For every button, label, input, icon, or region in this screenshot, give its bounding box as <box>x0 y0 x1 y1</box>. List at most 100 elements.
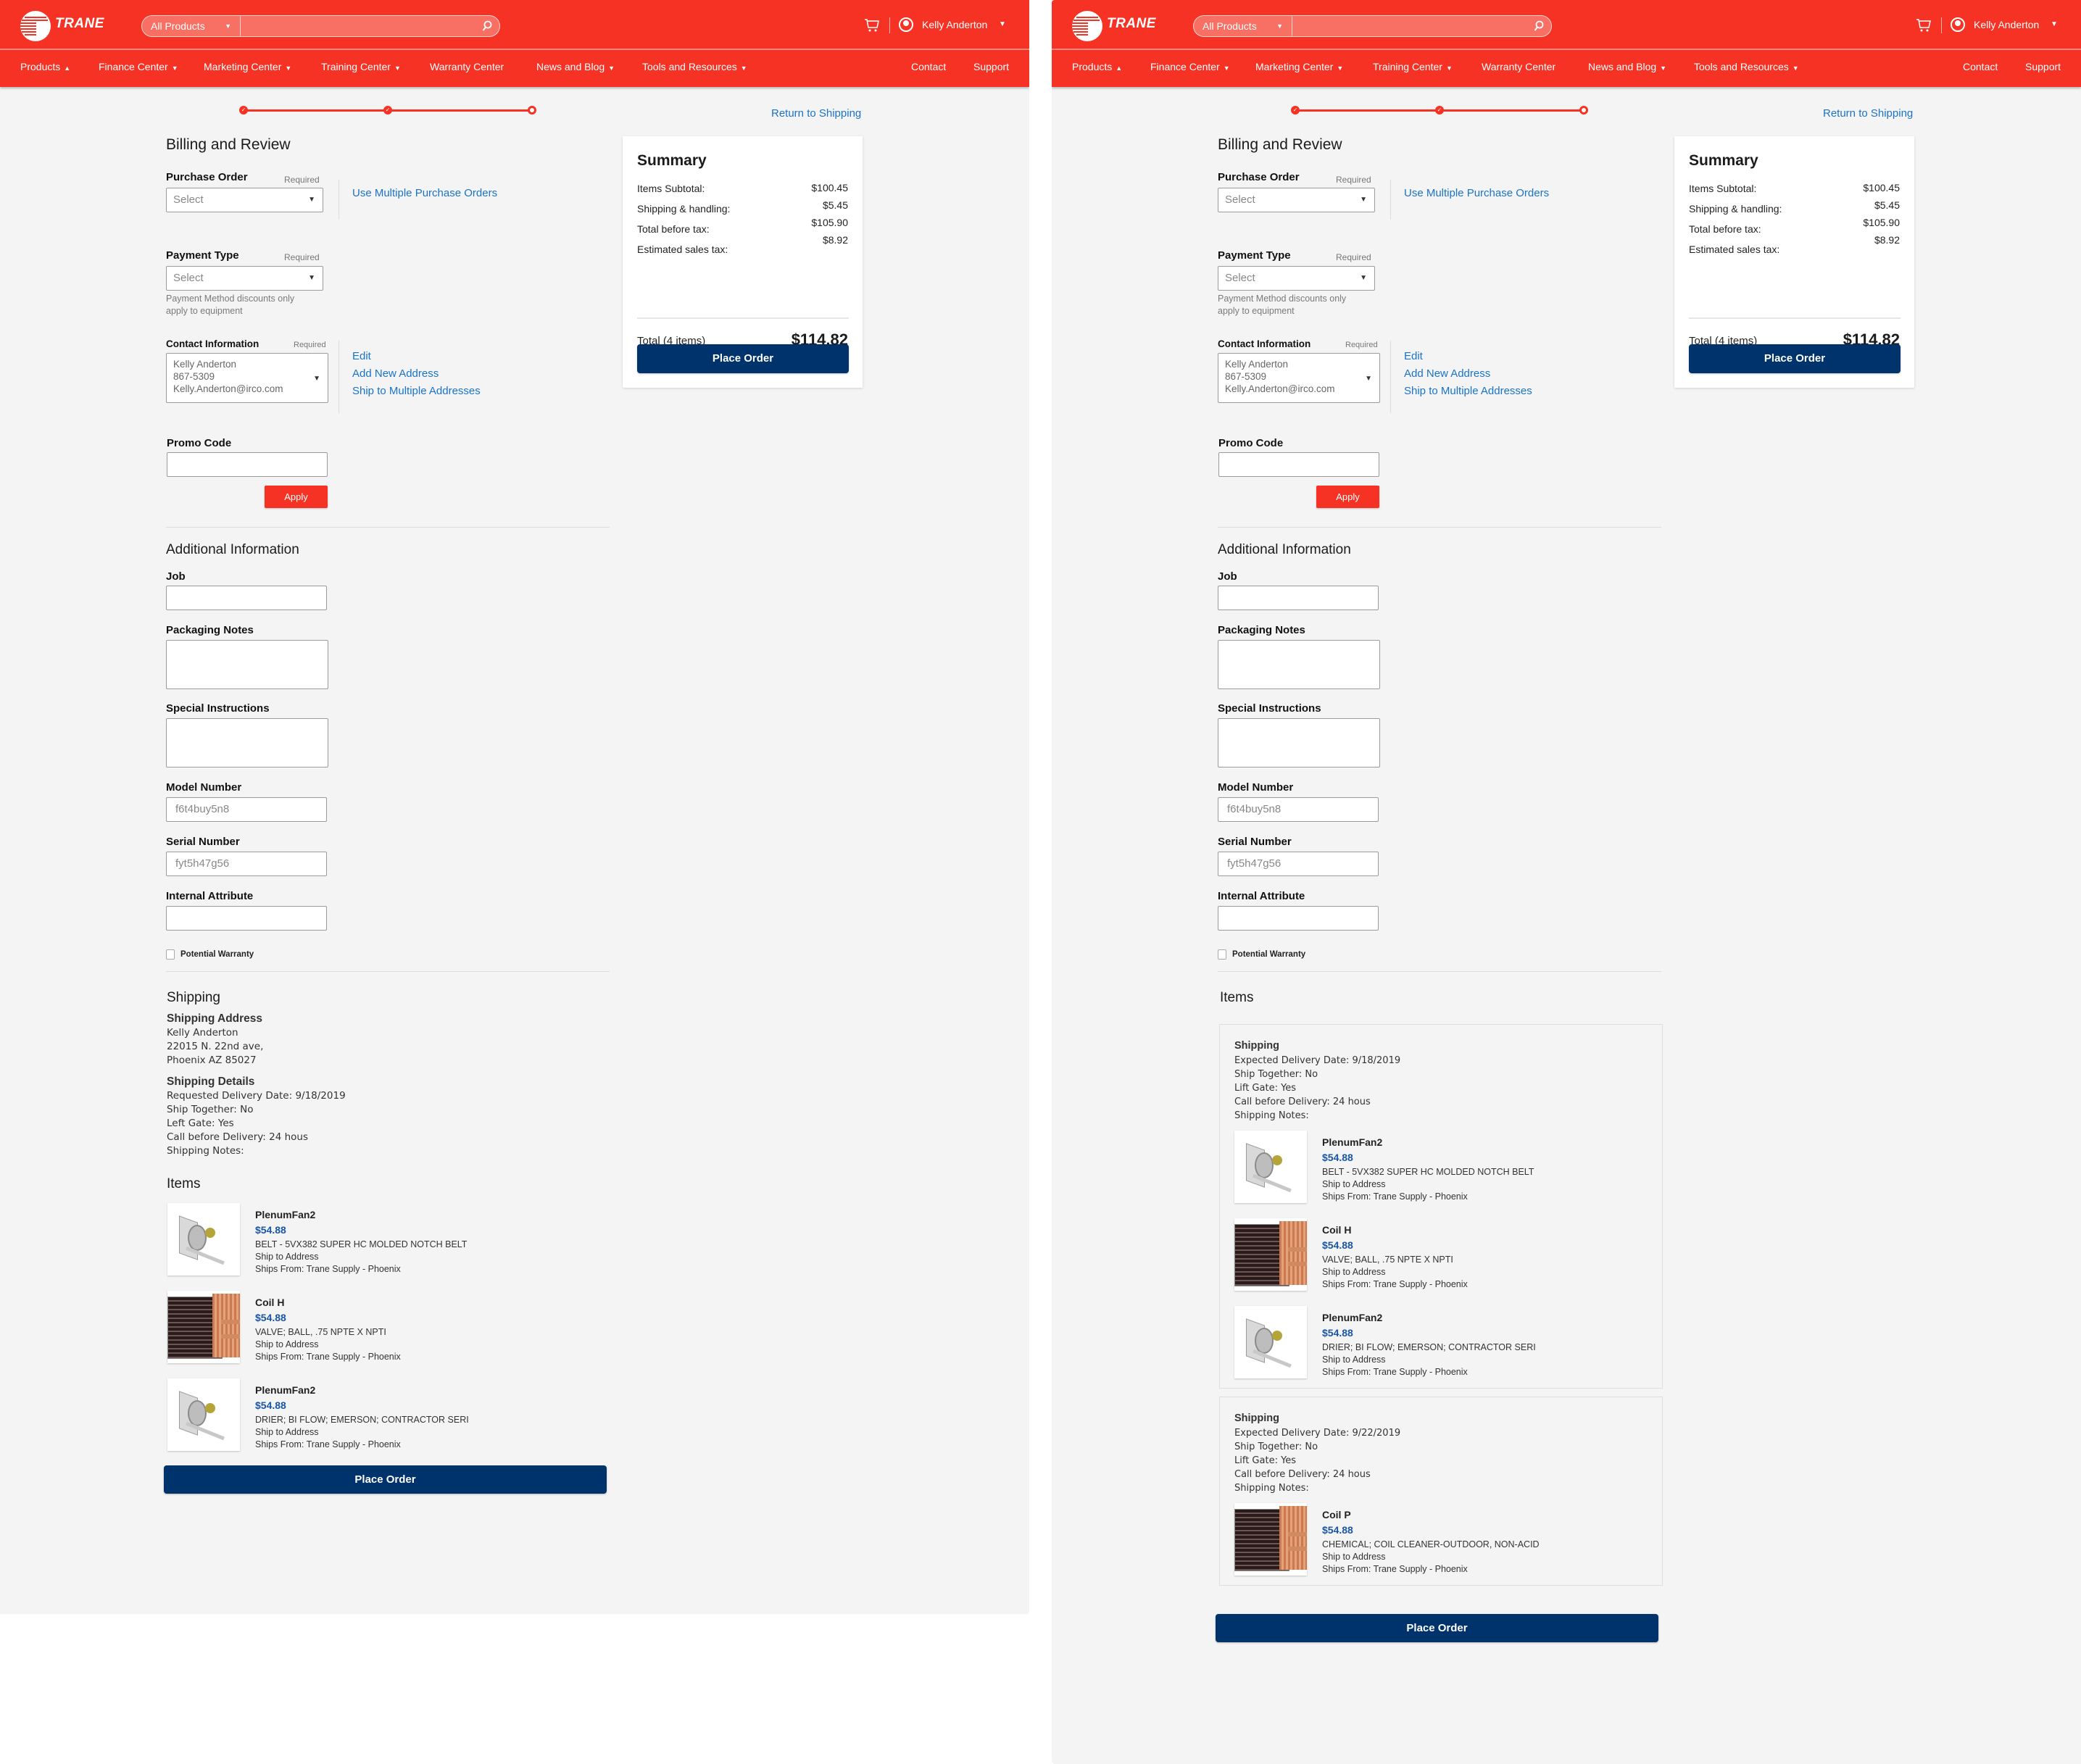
use-multiple-purchase-orders-link[interactable]: Use Multiple Purchase Orders <box>352 187 497 199</box>
promo-code-input[interactable] <box>1218 452 1379 477</box>
promo-code-input[interactable] <box>167 452 328 477</box>
nav-contact[interactable]: Contact <box>1963 58 1998 75</box>
special-instructions-textarea[interactable] <box>166 718 328 767</box>
nav-contact[interactable]: Contact <box>911 58 946 75</box>
plenum-fan-image[interactable] <box>167 1378 240 1451</box>
chevron-down-icon[interactable]: ▼ <box>2051 20 2058 28</box>
search-category-select[interactable]: All Products ▼ <box>1194 16 1292 36</box>
return-to-shipping-link[interactable]: Return to Shipping <box>1823 107 1913 120</box>
job-input[interactable] <box>1218 586 1379 610</box>
user-avatar-icon[interactable] <box>899 17 913 32</box>
nav-warranty-center[interactable]: Warranty Center <box>1482 58 1555 75</box>
add-new-address-link[interactable]: Add New Address <box>352 367 439 380</box>
internal-attribute-input[interactable] <box>166 906 327 931</box>
brand-name[interactable]: TRANE <box>1107 16 1156 32</box>
packaging-notes-textarea[interactable] <box>1218 640 1380 689</box>
place-order-button[interactable]: Place Order <box>164 1465 607 1494</box>
ship-to-multiple-addresses-link[interactable]: Ship to Multiple Addresses <box>352 385 481 397</box>
coil-image[interactable] <box>167 1291 240 1363</box>
add-new-address-link[interactable]: Add New Address <box>1404 367 1490 380</box>
return-to-shipping-link[interactable]: Return to Shipping <box>771 107 861 120</box>
model-number-input[interactable]: f6t4buy5n8 <box>1218 797 1379 822</box>
payment-type-select[interactable]: Select ▼ <box>1218 266 1375 291</box>
item-name[interactable]: Coil P <box>1322 1509 1351 1520</box>
search-icon[interactable] <box>1534 20 1544 32</box>
nav-news-and-blog[interactable]: News and Blog ▼ <box>1588 58 1666 77</box>
plenum-fan-image[interactable] <box>1234 1306 1307 1378</box>
order-item: PlenumFan2 $54.88 BELT - 5VX382 SUPER HC… <box>167 1203 602 1276</box>
packaging-notes-textarea[interactable] <box>166 640 328 689</box>
plenum-fan-image[interactable] <box>1234 1131 1307 1203</box>
coil-image[interactable] <box>1234 1503 1307 1576</box>
serial-number-input[interactable]: fyt5h47g56 <box>1218 852 1379 876</box>
item-name[interactable]: Coil H <box>255 1297 284 1308</box>
use-multiple-purchase-orders-link[interactable]: Use Multiple Purchase Orders <box>1404 187 1549 199</box>
nav-support[interactable]: Support <box>973 58 1009 75</box>
step-complete-check-icon[interactable]: ✓ <box>383 106 392 115</box>
potential-warranty-label[interactable]: Potential Warranty <box>180 950 254 959</box>
summary-place-order-button[interactable]: Place Order <box>637 344 849 373</box>
nav-tools-and-resources[interactable]: Tools and Resources ▼ <box>642 58 747 77</box>
item-ship-method: Ship to Address <box>1322 1355 1386 1365</box>
purchase-order-select[interactable]: Select ▼ <box>1218 188 1375 212</box>
cart-icon[interactable] <box>1916 17 1932 33</box>
shipment-detail-line: Ship Together: No <box>1234 1069 1318 1080</box>
ship-to-multiple-addresses-link[interactable]: Ship to Multiple Addresses <box>1404 385 1532 397</box>
search-bar[interactable]: All Products ▼ <box>1193 15 1552 37</box>
nav-finance-center[interactable]: Finance Center ▼ <box>99 58 178 77</box>
internal-attribute-input[interactable] <box>1218 906 1379 931</box>
nav-finance-center[interactable]: Finance Center ▼ <box>1150 58 1230 77</box>
step-complete-check-icon[interactable]: ✓ <box>239 106 248 115</box>
edit-contact-link[interactable]: Edit <box>352 350 371 362</box>
trane-logo-icon[interactable] <box>1072 11 1102 41</box>
trane-logo-icon[interactable] <box>20 11 51 41</box>
cart-icon[interactable] <box>864 17 880 33</box>
brand-name[interactable]: TRANE <box>55 16 104 32</box>
shipment-card: Shipping Expected Delivery Date: 9/18/201… <box>1219 1024 1663 1389</box>
user-menu-name[interactable]: Kelly Anderton <box>1974 19 2039 30</box>
nav-marketing-center[interactable]: Marketing Center ▼ <box>1255 58 1343 77</box>
step-complete-check-icon[interactable]: ✓ <box>1435 106 1444 115</box>
nav-tools-and-resources[interactable]: Tools and Resources ▼ <box>1694 58 1799 77</box>
nav-training-center[interactable]: Training Center ▼ <box>1373 58 1453 77</box>
search-bar[interactable]: All Products ▼ <box>141 15 500 37</box>
item-name[interactable]: PlenumFan2 <box>255 1384 315 1396</box>
step-complete-check-icon[interactable]: ✓ <box>1291 106 1300 115</box>
contact-select[interactable]: Kelly Anderton 867-5309 Kelly.Anderton@i… <box>1218 353 1380 403</box>
item-name[interactable]: Coil H <box>1322 1224 1351 1236</box>
nav-news-and-blog[interactable]: News and Blog ▼ <box>536 58 615 77</box>
nav-marketing-center[interactable]: Marketing Center ▼ <box>204 58 291 77</box>
search-category-select[interactable]: All Products ▼ <box>142 16 241 36</box>
potential-warranty-label[interactable]: Potential Warranty <box>1232 950 1305 959</box>
job-input[interactable] <box>166 586 327 610</box>
edit-contact-link[interactable]: Edit <box>1404 350 1423 362</box>
nav-training-center[interactable]: Training Center ▼ <box>321 58 401 77</box>
coil-image[interactable] <box>1234 1218 1307 1291</box>
apply-promo-button[interactable]: Apply <box>1316 486 1379 508</box>
user-menu-name[interactable]: Kelly Anderton <box>922 19 987 30</box>
chevron-down-icon[interactable]: ▼ <box>999 20 1006 28</box>
model-number-input[interactable]: f6t4buy5n8 <box>166 797 327 822</box>
search-icon[interactable] <box>482 20 492 32</box>
purchase-order-select[interactable]: Select ▼ <box>166 188 323 212</box>
potential-warranty-checkbox[interactable] <box>1218 949 1226 960</box>
special-instructions-textarea[interactable] <box>1218 718 1380 767</box>
potential-warranty-checkbox[interactable] <box>166 949 175 960</box>
nav-warranty-center[interactable]: Warranty Center <box>430 58 504 75</box>
item-name[interactable]: PlenumFan2 <box>255 1209 315 1220</box>
nav-products[interactable]: Products ▲ <box>1072 58 1122 77</box>
nav-products[interactable]: Products ▲ <box>20 58 70 77</box>
additional-information-title: Additional Information <box>166 542 299 557</box>
contact-information-label: Contact Information <box>166 338 259 349</box>
nav-support[interactable]: Support <box>2025 58 2061 75</box>
serial-number-input[interactable]: fyt5h47g56 <box>166 852 327 876</box>
plenum-fan-image[interactable] <box>167 1203 240 1276</box>
payment-type-select[interactable]: Select ▼ <box>166 266 323 291</box>
item-name[interactable]: PlenumFan2 <box>1322 1312 1382 1323</box>
place-order-button[interactable]: Place Order <box>1216 1614 1658 1642</box>
contact-select[interactable]: Kelly Anderton 867-5309 Kelly.Anderton@i… <box>166 353 328 403</box>
summary-place-order-button[interactable]: Place Order <box>1689 344 1901 373</box>
item-name[interactable]: PlenumFan2 <box>1322 1136 1382 1148</box>
apply-promo-button[interactable]: Apply <box>265 486 328 508</box>
user-avatar-icon[interactable] <box>1951 17 1965 32</box>
